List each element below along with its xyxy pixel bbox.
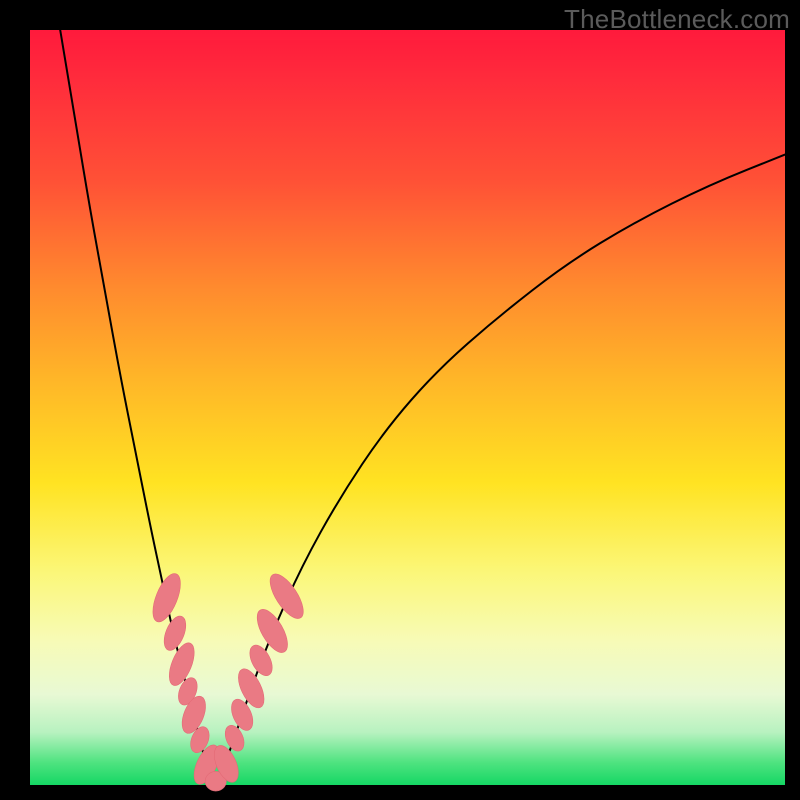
curve-layer [60, 30, 785, 785]
curve-left-branch [60, 30, 215, 785]
curve-right-branch [215, 155, 785, 785]
marker-layer [147, 569, 309, 791]
outer-frame: TheBottleneck.com [0, 0, 800, 800]
plot-area [30, 30, 785, 785]
chart-svg [30, 30, 785, 785]
